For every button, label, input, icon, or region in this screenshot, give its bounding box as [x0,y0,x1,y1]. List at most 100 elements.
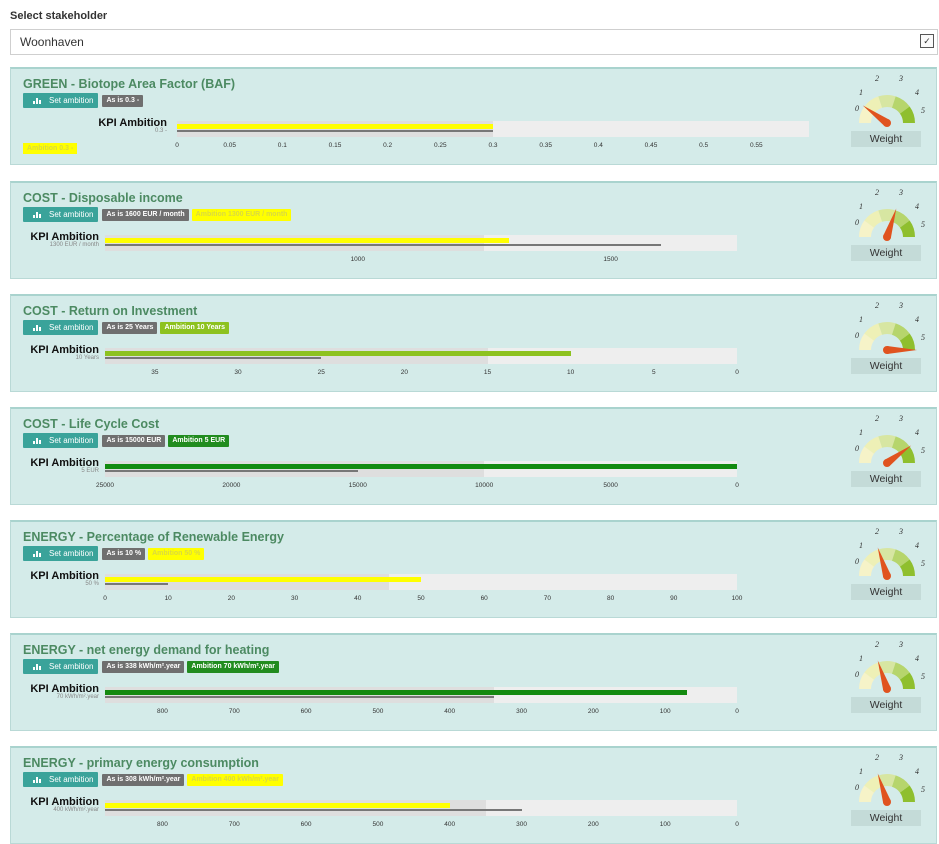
stakeholder-value: Woonhaven [20,35,84,49]
set-ambition-button[interactable]: Set ambition [23,772,99,787]
set-ambition-label: Set ambition [49,323,94,332]
kpi-title: ENERGY - Percentage of Renewable Energy [23,530,284,544]
gauge-scale-label: 1 [859,654,863,663]
gauge-scale-label: 4 [915,202,919,211]
axis-tick-label: 0.15 [328,142,342,149]
ambition-bar [105,803,450,808]
axis-tick-label: 0.45 [644,142,658,149]
gauge-scale-label: 3 [898,301,903,310]
kpi-button-row: Set ambition As is 0.3 - [23,93,146,108]
axis-tick-label: 0.3 [488,142,498,149]
set-ambition-button[interactable]: Set ambition [23,320,99,335]
axis-tick-label: 400 [444,821,456,828]
kpi-title: ENERGY - primary energy consumption [23,756,259,770]
axis-tick-label: 1500 [603,256,618,263]
gauge-scale-label: 4 [915,654,919,663]
set-ambition-label: Set ambition [49,96,94,105]
weight-gauge[interactable]: 01 2 3 45 [849,187,925,247]
gauge-scale-label: 4 [915,88,919,97]
kpi-title: COST - Disposable income [23,191,183,205]
gauge-scale-label: 4 [915,767,919,776]
gauge-scale-label: 3 [898,640,903,649]
axis-tick-label: 20 [227,595,236,602]
kpi-panel: GREEN - Biotope Area Factor (BAF) Set amb… [10,67,937,165]
ambition-badge: Ambition 10 Years [160,321,230,334]
axis-tick-label: 0.4 [593,142,603,149]
stakeholder-select[interactable]: Woonhaven ✓ [10,29,938,55]
kpi-panel: ENERGY - Percentage of Renewable Energy S… [10,520,937,618]
axis-tick-label: 100 [731,595,743,602]
kpi-title: COST - Life Cycle Cost [23,417,160,431]
axis-tick-label: 0.05 [223,142,236,149]
weight-gauge[interactable]: 01 2 3 45 [849,300,925,360]
set-ambition-button[interactable]: Set ambition [23,546,99,561]
weight-gauge[interactable]: 01 2 3 45 [849,526,925,586]
as-is-badge: As is 25 Years [102,321,158,334]
gauge-scale-label: 5 [921,446,925,455]
kpi-button-row: Set ambition As is 15000 EUR Ambition 5 EU… [23,433,232,448]
kpi-panel: COST - Disposable income Set ambition As i… [10,181,937,279]
axis-tick-label: 500 [372,708,384,715]
axis-tick-label: 300 [516,708,527,715]
gauge-scale-label: 5 [921,333,925,342]
ambition-bar [177,124,493,129]
kpi-title: ENERGY - net energy demand for heating [23,643,270,657]
weight-label: Weight [851,584,921,600]
kpi-bar-track [177,121,809,137]
axis-tick-label: 80 [606,595,615,602]
kpi-title: GREEN - Biotope Area Factor (BAF) [23,77,236,91]
kpi-panel: COST - Life Cycle Cost Set ambition As is … [10,407,937,505]
kpi-title: COST - Return on Investment [23,304,198,318]
gauge-scale-label: 1 [859,88,863,97]
axis-tick-label: 0 [735,821,739,828]
as-is-bar [105,583,169,585]
gauge-hub [883,685,891,693]
as-is-bar [105,696,495,698]
weight-gauge[interactable]: 01 2 3 45 [849,752,925,812]
gauge-scale-label: 0 [855,557,859,566]
set-ambition-label: Set ambition [49,436,94,445]
axis-tick-label: 30 [234,369,242,376]
weight-label: Weight [851,471,921,487]
weight-label: Weight [851,697,921,713]
set-ambition-button[interactable]: Set ambition [23,433,99,448]
set-ambition-label: Set ambition [49,210,94,219]
gauge-scale-label: 0 [855,218,859,227]
gauge-scale-label: 3 [898,414,903,423]
gauge-scale-label: 5 [921,672,925,681]
kpi-ambition-value: 1300 EUR / month [49,242,99,248]
ambition-badge: Ambition 5 EUR [168,434,230,447]
axis-tick-label: 100 [659,708,671,715]
axis-tick-label: 0 [103,595,107,602]
weight-gauge[interactable]: 01 2 3 45 [849,73,925,133]
axis-tick-label: 5000 [603,482,618,489]
chevron-down-icon[interactable]: ✓ [920,34,934,48]
bar-chart-icon [33,97,41,104]
axis-tick-label: 90 [670,595,678,602]
bar-chart-icon [33,550,41,557]
weight-gauge[interactable]: 01 2 3 45 [849,413,925,473]
axis-tick-label: 5 [652,369,656,376]
set-ambition-button[interactable]: Set ambition [23,93,99,108]
kpi-bar-track [105,235,737,251]
bar-chart-icon [33,437,41,444]
gauge-scale-label: 5 [921,220,925,229]
axis-tick-label: 60 [480,595,488,602]
as-is-bar [105,244,662,246]
gauge-scale-label: 2 [875,188,879,197]
axis-tick-label: 25 [317,369,325,376]
set-ambition-button[interactable]: Set ambition [23,207,99,222]
weight-gauge[interactable]: 01 2 3 45 [849,639,925,699]
axis-tick-label: 600 [300,708,312,715]
set-ambition-button[interactable]: Set ambition [23,659,99,674]
axis-tick-label: 10 [567,369,575,376]
axis-tick-label: 0 [175,142,179,149]
as-is-badge: As is 10 % [102,547,146,560]
set-ambition-label: Set ambition [49,775,94,784]
gauge-scale-label: 4 [915,541,919,550]
axis-tick-label: 70 [543,595,552,602]
axis-tick-label: 0.2 [383,142,393,149]
gauge-hub [883,233,891,241]
kpi-panel: COST - Return on Investment Set ambition A… [10,294,937,392]
kpi-button-row: Set ambition As is 10 % Ambition 50 % [23,546,207,561]
